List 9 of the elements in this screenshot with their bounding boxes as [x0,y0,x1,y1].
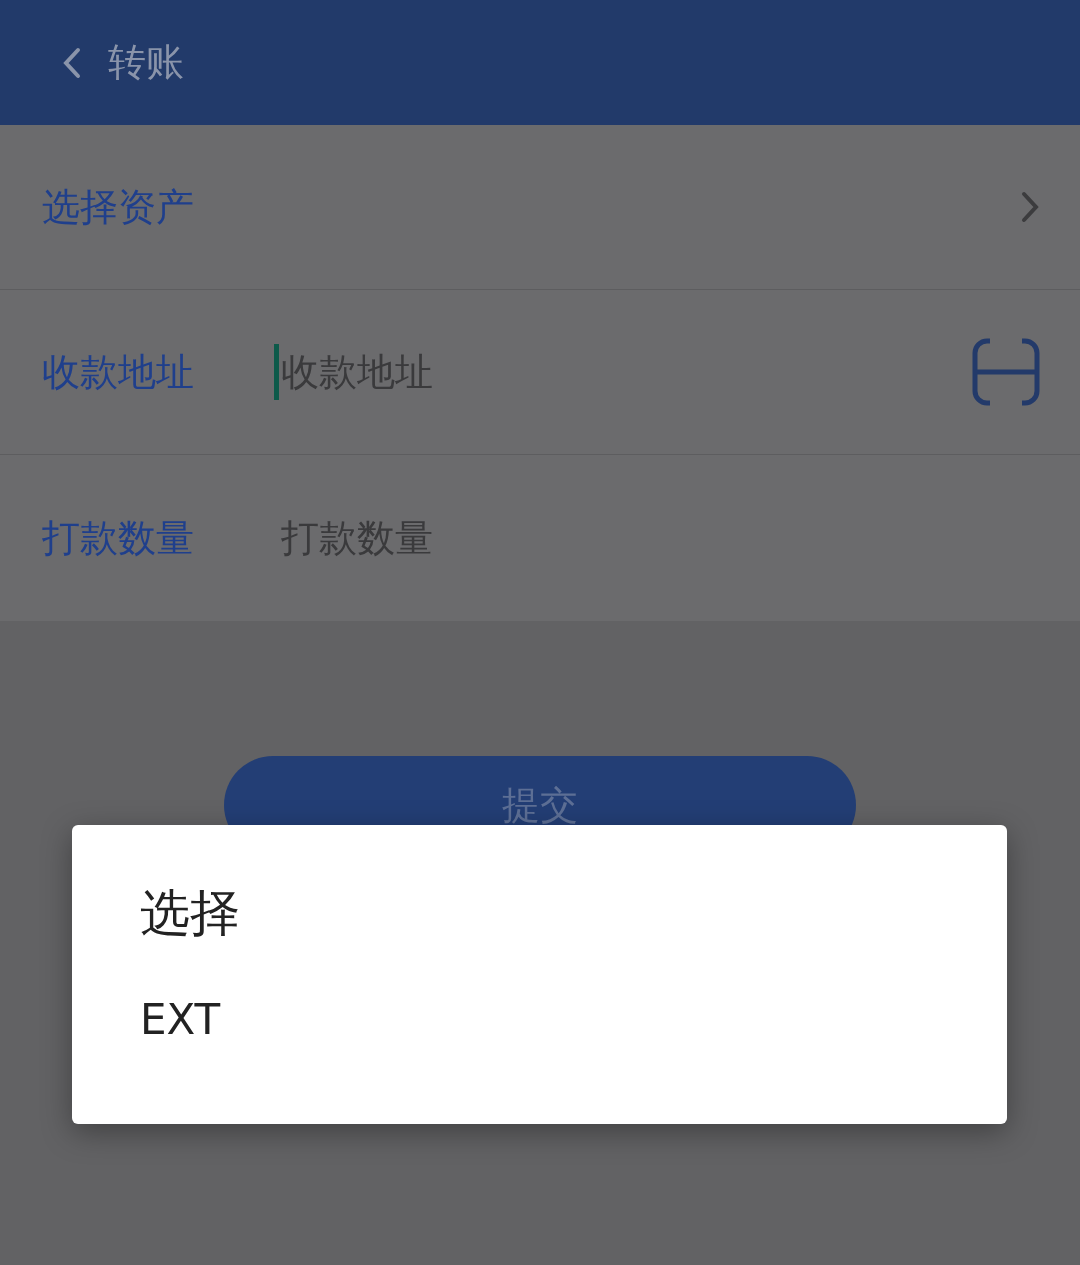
field-label: 打款数量 [42,514,195,562]
dialog-title: 选择 [140,883,240,943]
page-title: 转账 [108,39,184,86]
field-label: 选择资产 [42,183,195,231]
scan-icon[interactable] [972,338,1040,406]
chevron-icon[interactable] [1020,191,1040,223]
back-icon[interactable] [62,46,82,79]
field-label: 收款地址 [42,348,195,396]
dialog-option[interactable]: EXT [140,995,221,1045]
